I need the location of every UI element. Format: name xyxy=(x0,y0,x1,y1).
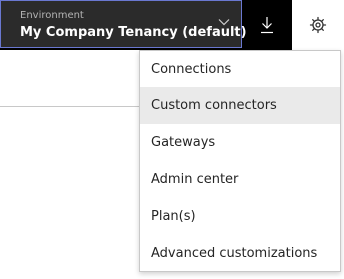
settings-menu: Connections Custom connectors Gateways A… xyxy=(139,50,341,272)
content-divider xyxy=(0,106,139,107)
menu-item-gateways[interactable]: Gateways xyxy=(140,124,340,161)
menu-item-admin-center[interactable]: Admin center xyxy=(140,161,340,198)
environment-caption: Environment xyxy=(20,10,84,21)
menu-item-custom-connectors[interactable]: Custom connectors xyxy=(140,87,340,124)
gear-icon xyxy=(309,16,327,34)
chevron-down-icon xyxy=(218,19,230,26)
download-button[interactable] xyxy=(242,0,292,50)
menu-item-plans[interactable]: Plan(s) xyxy=(140,198,340,235)
menu-item-connections[interactable]: Connections xyxy=(140,51,340,88)
settings-button[interactable] xyxy=(292,0,344,50)
top-bar: Environment My Company Tenancy (default) xyxy=(0,0,344,50)
menu-item-advanced-customizations[interactable]: Advanced customizations xyxy=(140,235,340,272)
environment-name: My Company Tenancy (default) xyxy=(20,25,247,40)
environment-picker[interactable]: Environment My Company Tenancy (default) xyxy=(0,0,247,48)
download-icon xyxy=(261,17,273,34)
